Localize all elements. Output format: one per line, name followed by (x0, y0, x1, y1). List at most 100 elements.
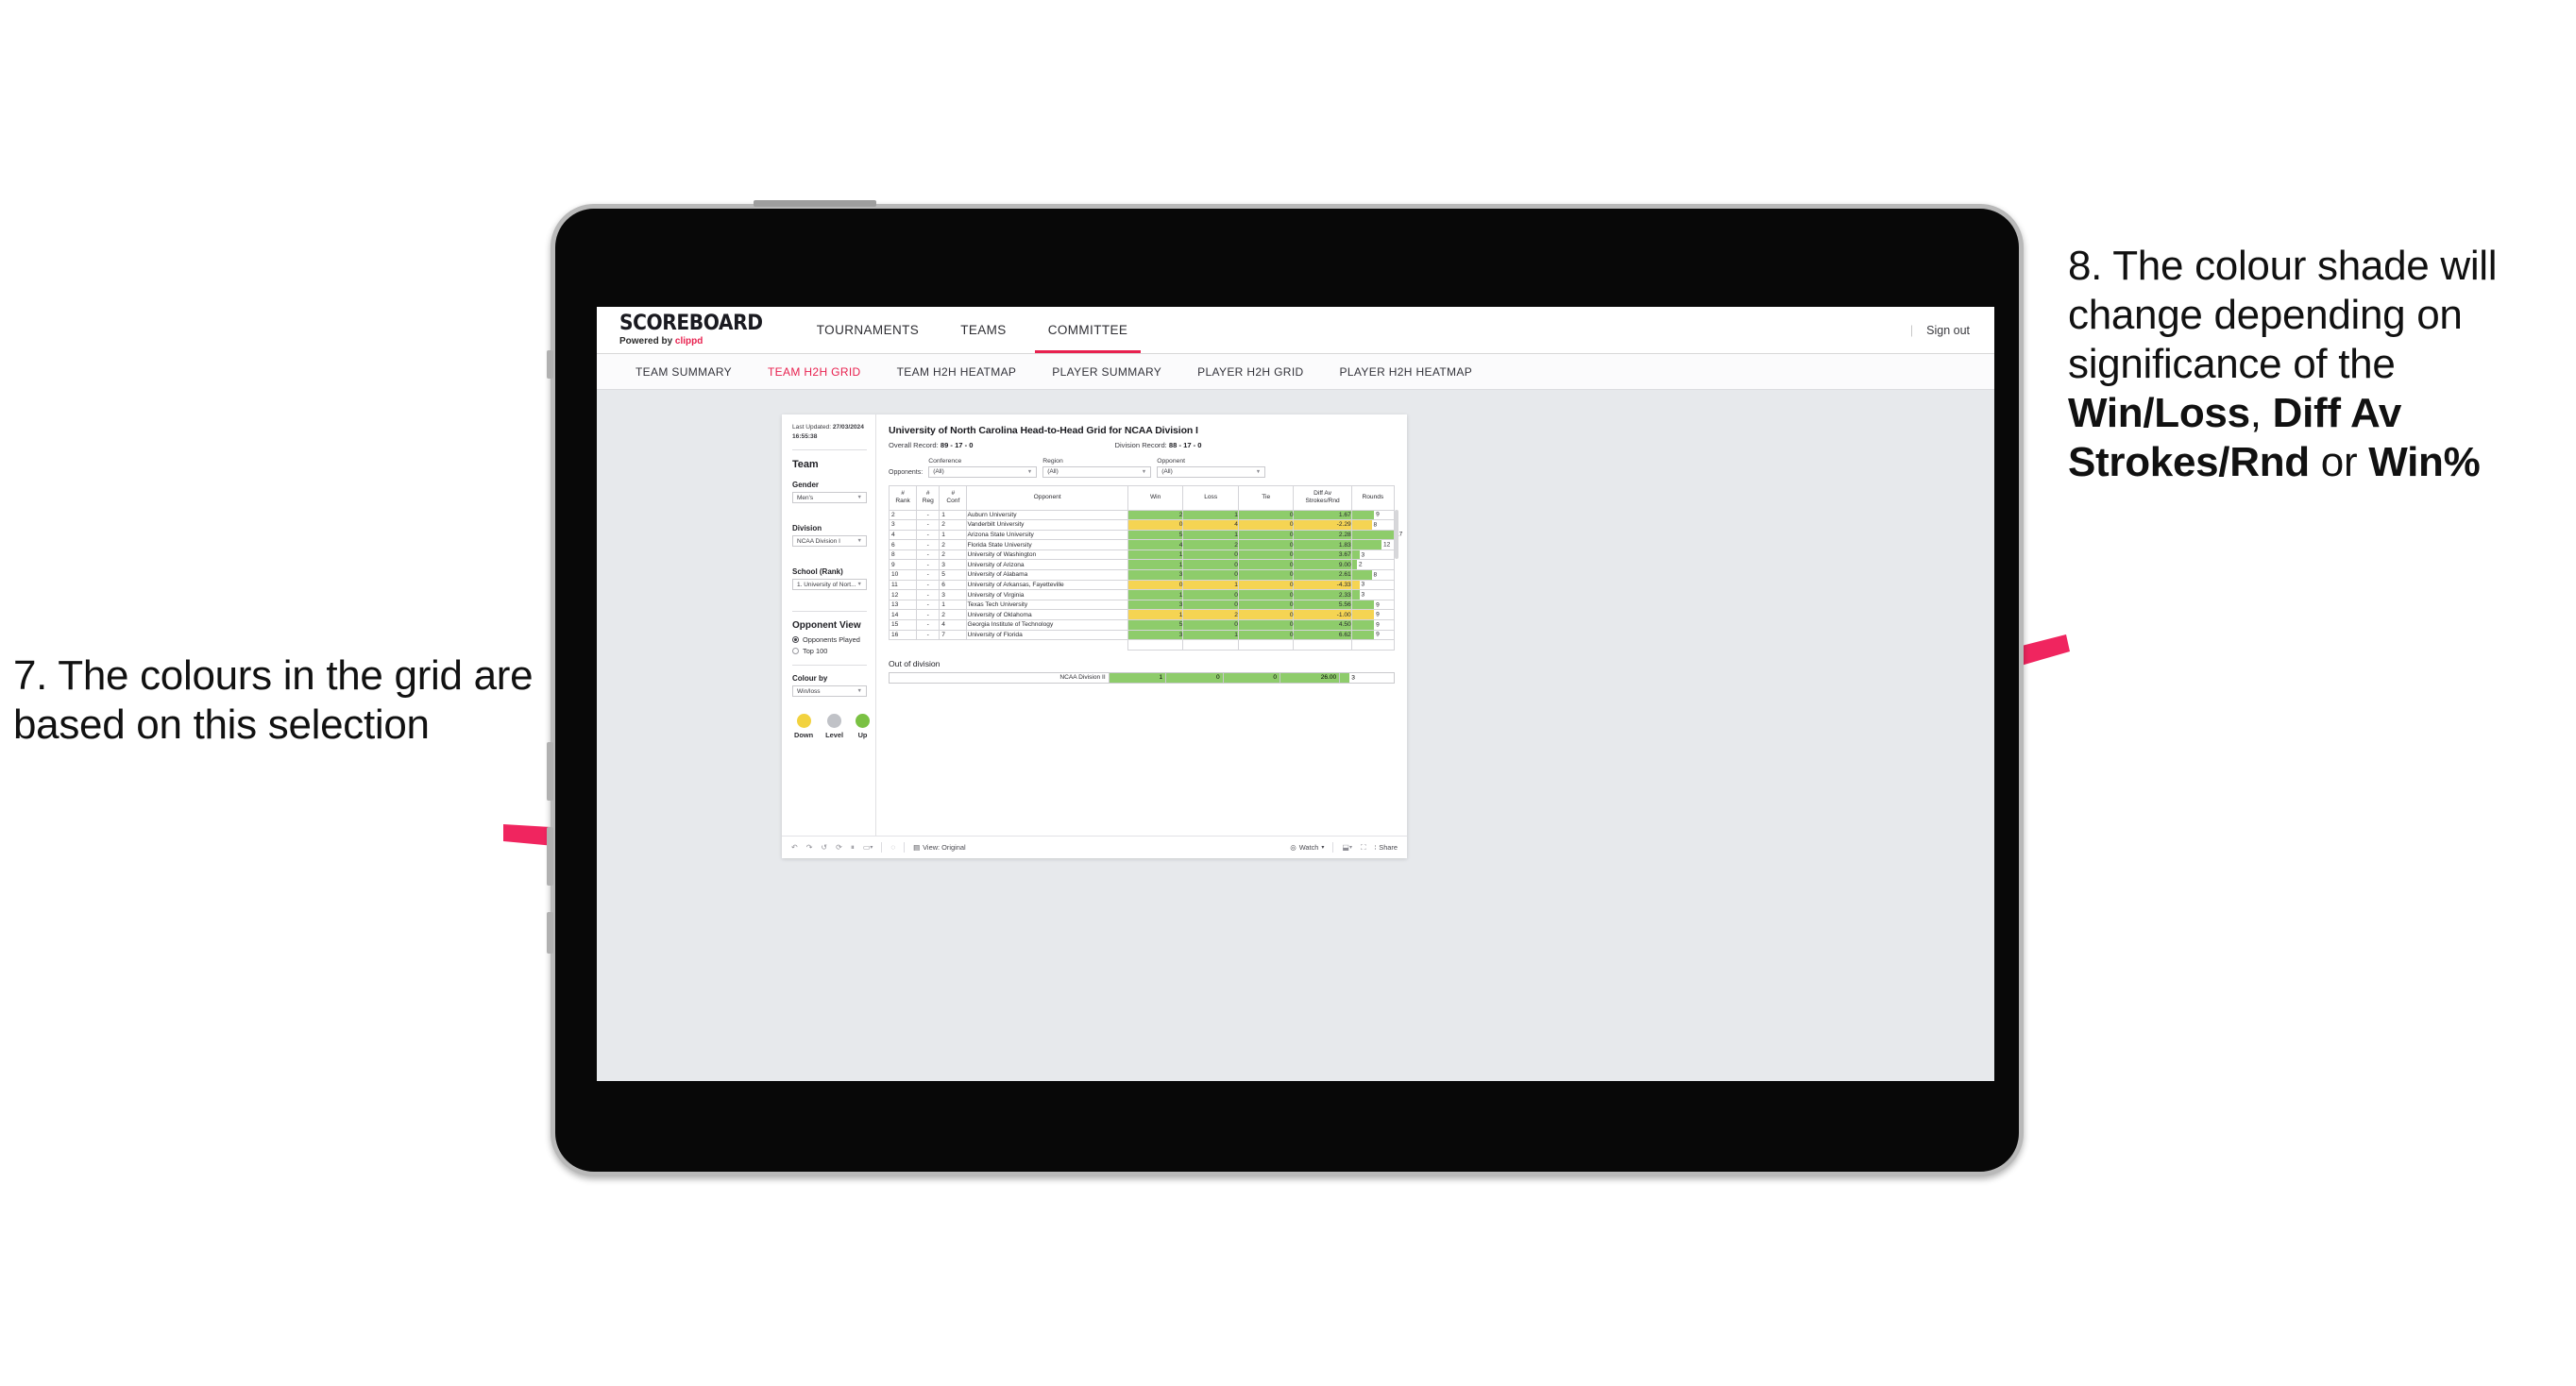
cell-win-text: 1 (1178, 611, 1183, 618)
table-row[interactable]: 4 - 1 Arizona State University 5 1 0 2.28 17 (888, 529, 1402, 541)
table-row[interactable]: 15 - 4 Georgia Institute of Technology 5 0 0 4.… (888, 619, 1396, 631)
radio-opponents-played[interactable]: Opponents Played (792, 635, 867, 644)
cell-opponent: Auburn University (966, 509, 1128, 521)
pause-icon[interactable]: ⏸ (851, 843, 855, 853)
grid-vertical-scrollbar[interactable] (1395, 509, 1398, 559)
subnav-item-team-h2h-grid[interactable]: TEAM H2H GRID (750, 365, 879, 379)
table-row[interactable]: 6 - 2 Florida State University 4 2 0 1.83 12 (888, 539, 1396, 550)
cell-win-text: 5 (1178, 621, 1183, 629)
nav-item-teams[interactable]: TEAMS (940, 307, 1027, 353)
cell-win: 5 (1127, 619, 1184, 631)
grid-col-header-3[interactable]: Opponent (966, 484, 1128, 511)
colour-by-select[interactable]: Win/loss ▼ (792, 685, 867, 698)
grid-col-header-0[interactable]: # Rank (888, 484, 918, 511)
grid-col-header-1[interactable]: # Reg (916, 484, 941, 511)
gender-value: Men's (797, 494, 814, 501)
alerts-icon[interactable]: ▭ ▾ (863, 843, 873, 852)
cell-win: 1 (1127, 559, 1184, 571)
grid-col-header-8[interactable]: Rounds (1350, 484, 1396, 511)
table-row[interactable]: 8 - 2 University of Washington 1 0 0 3.67 3 (888, 549, 1396, 561)
subnav-item-player-summary[interactable]: PLAYER SUMMARY (1034, 365, 1179, 379)
cell-tie-text: 0 (1289, 511, 1294, 518)
cell-opponent-text: Florida State University (967, 541, 1032, 549)
subnav-item-team-h2h-heatmap[interactable]: TEAM H2H HEATMAP (879, 365, 1035, 379)
rounds-bar (1351, 520, 1372, 530)
cell-diff-text: 6.62 (1338, 631, 1351, 638)
cell-reg-text: - (926, 531, 929, 538)
ood-rounds-bar (1340, 672, 1350, 683)
grid-col-header-4[interactable]: Win (1127, 484, 1184, 511)
table-row[interactable]: 2 - 1 Auburn University 2 1 0 1.67 9 (888, 509, 1396, 521)
ood-rounds-value: 3 (1351, 674, 1355, 682)
cell-tie-text: 0 (1289, 601, 1294, 609)
cell-tie-text: 0 (1289, 621, 1294, 629)
subnav-item-team-summary[interactable]: TEAM SUMMARY (618, 365, 750, 379)
grid-col-header-5[interactable]: Loss (1182, 484, 1239, 511)
cell-reg-text: - (926, 631, 929, 638)
cell-win: 0 (1127, 579, 1184, 591)
cell-opponent-text: University of Arkansas, Fayetteville (967, 581, 1064, 588)
table-row[interactable]: 3 - 2 Vanderbilt University 0 4 0 -2.29 8 (888, 519, 1396, 531)
download-icon[interactable]: ⬓ ▾ (1342, 843, 1352, 852)
gender-select[interactable]: Men's ▼ (792, 492, 867, 504)
cell-opponent-text: University of Alabama (967, 571, 1028, 579)
cell-loss: 4 (1182, 519, 1239, 531)
app-logo[interactable]: SCOREBOARD Powered by clippd (597, 313, 796, 347)
nav-item-tournaments[interactable]: TOURNAMENTS (796, 307, 940, 353)
radio-top-100[interactable]: Top 100 (792, 647, 867, 655)
cell-reg: - (916, 609, 941, 621)
filter-select[interactable]: (All) ▼ (928, 465, 1038, 478)
table-row[interactable]: 16 - 7 University of Florida 3 1 0 6.62 9 (888, 629, 1396, 641)
chevron-down-icon: ▼ (856, 495, 862, 501)
rounds-bar (1351, 620, 1375, 630)
cell-rounds: 2 (1350, 559, 1396, 571)
cell-conf: 2 (939, 539, 968, 550)
logo-brand: clippd (674, 336, 703, 346)
table-row[interactable]: 10 - 5 University of Alabama 3 0 0 2.61 8 (888, 569, 1396, 581)
subnav-item-player-h2h-heatmap[interactable]: PLAYER H2H HEATMAP (1322, 365, 1491, 379)
opponent-view-radio-group: Opponents Played Top 100 (792, 635, 867, 655)
device-side-button[interactable] (547, 912, 553, 954)
cell-loss: 1 (1182, 579, 1239, 591)
device-volume-up-button[interactable] (547, 742, 553, 801)
device-power-button[interactable] (754, 200, 876, 207)
redo-icon[interactable]: ↷ (806, 843, 813, 852)
subnav-item-player-h2h-grid[interactable]: PLAYER H2H GRID (1179, 365, 1321, 379)
rounds-bar (1351, 549, 1360, 560)
table-row[interactable]: 9 - 3 University of Arizona 1 0 0 9.00 2 (888, 559, 1396, 571)
refresh-icon[interactable]: ⟳ (836, 843, 842, 852)
cell-loss-text: 1 (1234, 531, 1238, 538)
grid-col-header-2[interactable]: # Conf (939, 484, 968, 511)
table-row[interactable]: 11 - 6 University of Arkansas, Fayetteville… (888, 579, 1396, 591)
fullscreen-icon[interactable]: ⛶ (1361, 843, 1366, 853)
ood-row[interactable]: NCAA Division II 1 0 0 26.00 3 (889, 671, 1395, 684)
grid-col-header-6[interactable]: Tie (1237, 484, 1295, 511)
watch-button[interactable]: ◎ Watch ▾ (1290, 843, 1324, 852)
filter-select[interactable]: (All) ▼ (1157, 465, 1266, 478)
cell-conf: 4 (939, 619, 968, 631)
table-row[interactable]: 12 - 3 University of Virginia 1 0 0 2.33 3 (888, 589, 1396, 600)
cell-rank: 4 (888, 529, 918, 541)
nav-item-committee[interactable]: COMMITTEE (1027, 307, 1149, 353)
signout-area: | Sign out (1910, 324, 1994, 337)
filter-select[interactable]: (All) ▼ (1042, 465, 1152, 478)
school-select[interactable]: 1. University of Nort... ▼ (792, 579, 867, 591)
device-volume-down-button[interactable] (547, 827, 553, 886)
ood-tie-text: 0 (1273, 674, 1278, 682)
division-select[interactable]: NCAA Division I ▼ (792, 535, 867, 548)
revert-icon[interactable]: ↺ (821, 843, 827, 852)
cell-loss-text: 4 (1234, 521, 1238, 529)
help-icon[interactable]: ◌ (890, 843, 895, 852)
colour-legend: Down Level Up (792, 714, 871, 739)
opponent-filters: Opponents: Conference (All) ▼ Region (All) ▼ O… (889, 458, 1395, 478)
table-row[interactable]: 14 - 2 University of Oklahoma 1 2 0 -1.00 9 (888, 609, 1396, 621)
undo-icon[interactable]: ↶ (791, 843, 798, 852)
cell-conf-text: 3 (941, 591, 945, 599)
cell-rank-text: 3 (891, 521, 895, 529)
sign-out-link[interactable]: Sign out (1926, 324, 1970, 337)
view-original-button[interactable]: ▤ View: Original (913, 843, 965, 852)
share-button[interactable]: ⦙ Share (1375, 843, 1398, 853)
cell-reg-text: - (926, 611, 929, 618)
grid-col-header-7[interactable]: Diff Av Strokes/Rnd (1293, 484, 1352, 511)
table-row[interactable]: 13 - 1 Texas Tech University 3 0 0 5.56 9 (888, 599, 1396, 611)
